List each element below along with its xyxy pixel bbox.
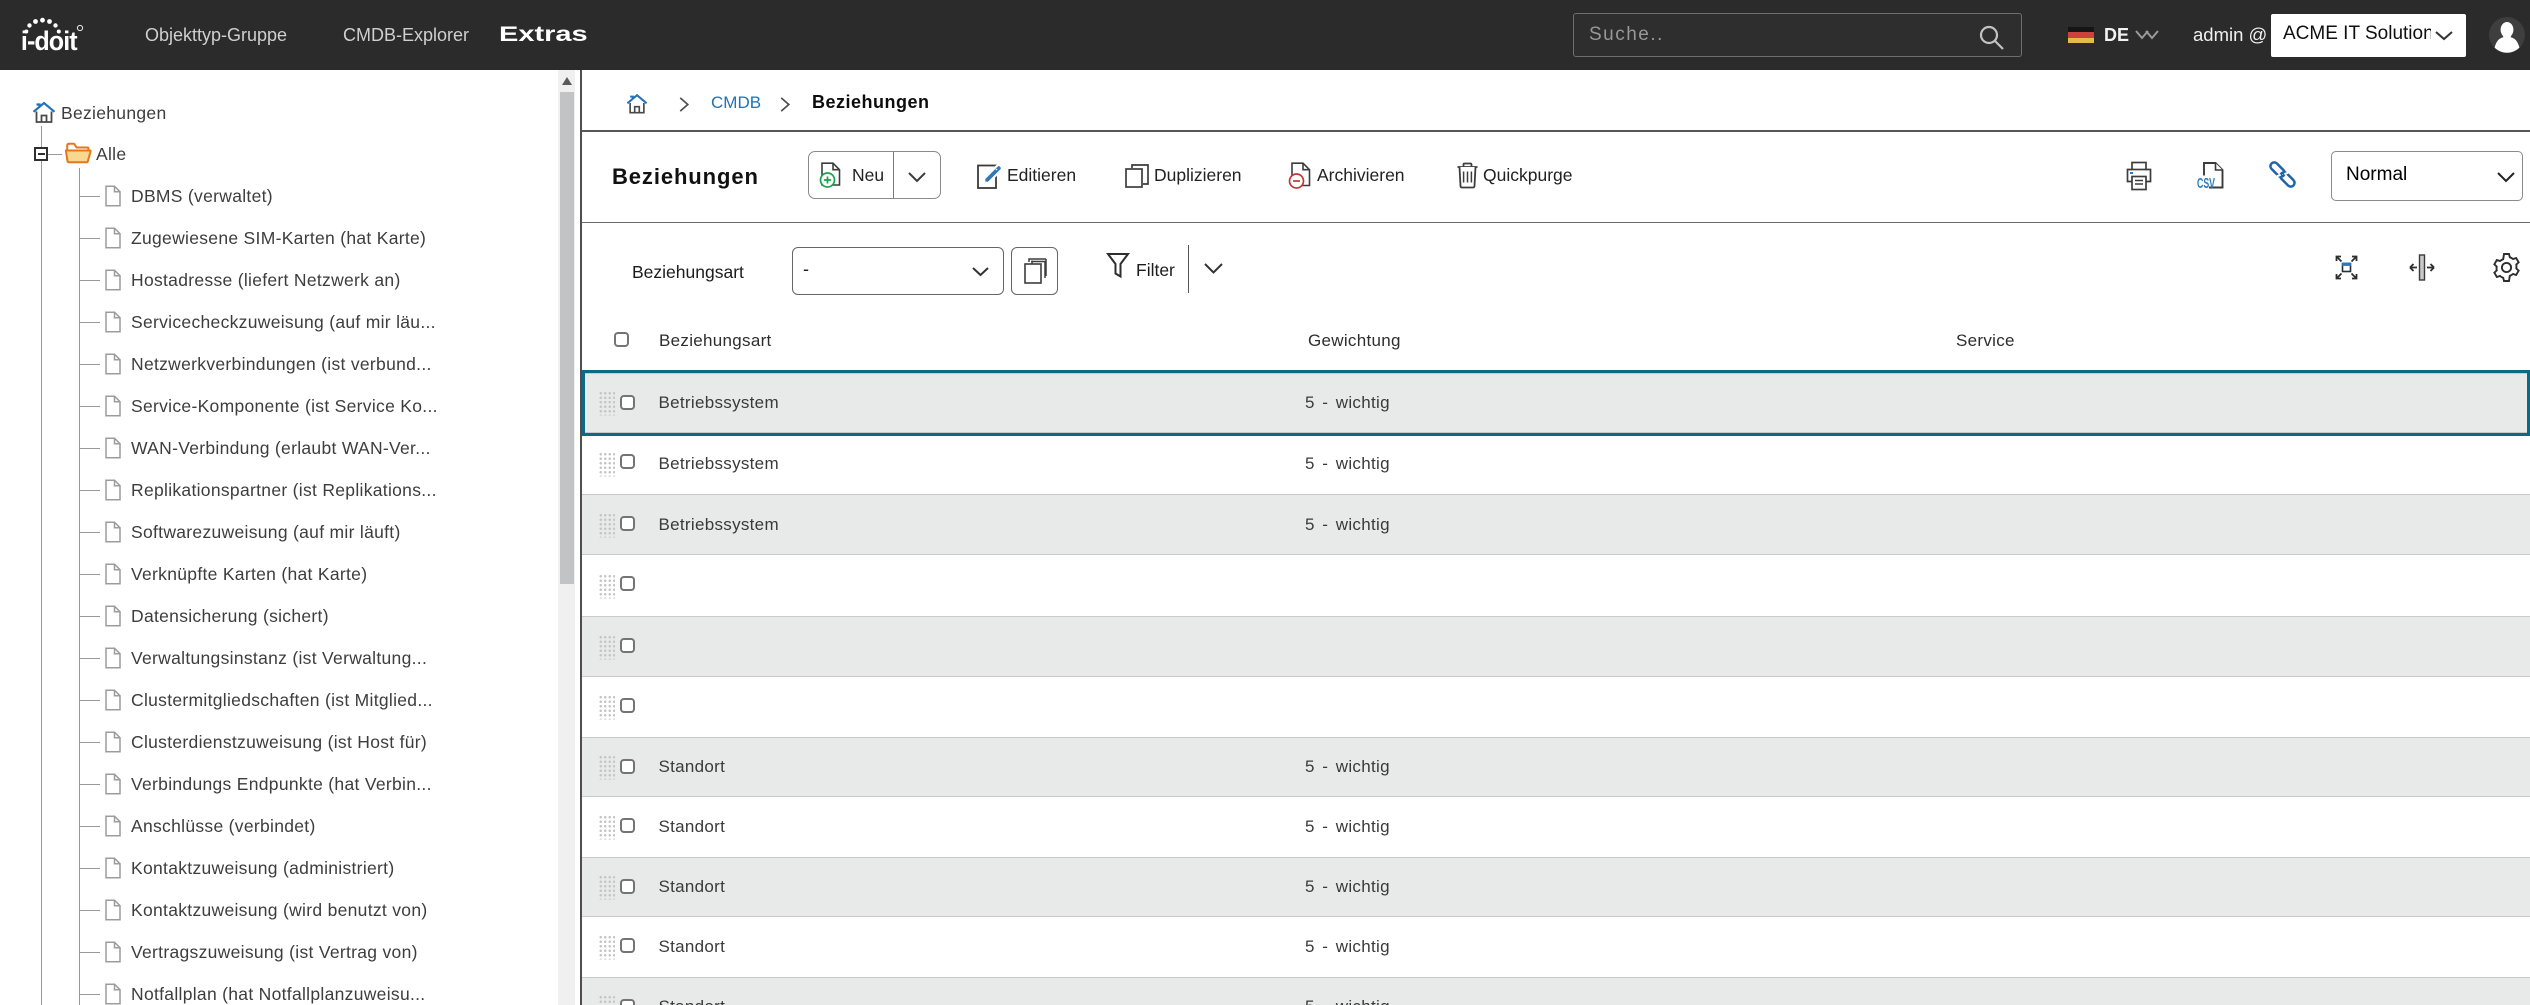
svg-text:i-doit: i-doit — [21, 25, 78, 56]
svg-text:CSV: CSV — [2197, 176, 2215, 192]
